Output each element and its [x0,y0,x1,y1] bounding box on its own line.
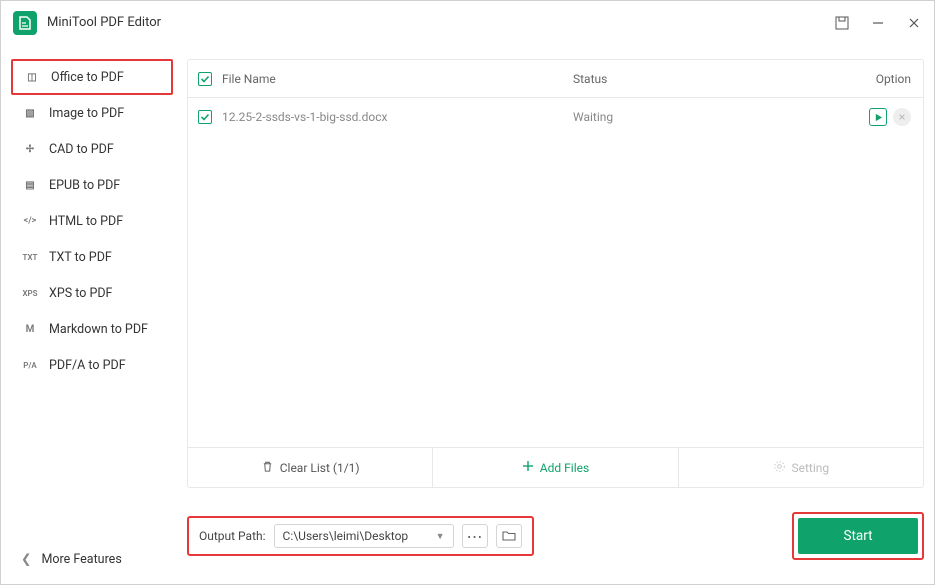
file-name-cell: 12.25-2-ssds-vs-1-big-ssd.docx [222,110,573,124]
markdown-icon: M [21,324,39,335]
gear-icon [773,460,786,476]
sidebar-item-txt-to-pdf[interactable]: TXT TXT to PDF [1,239,181,275]
sidebar-item-label: Markdown to PDF [49,322,148,337]
column-header-filename: File Name [222,72,573,86]
file-table: File Name Status Option 12.25-2-ssds-vs-… [187,59,924,488]
chevron-left-icon: ❮ [21,551,31,567]
bottom-bar: Output Path: C:\Users\leimi\Desktop ▼ ⋯ … [187,512,924,560]
start-button[interactable]: Start [798,518,918,554]
minimize-button[interactable] [870,15,886,31]
save-window-icon[interactable] [834,15,850,31]
output-path-group: Output Path: C:\Users\leimi\Desktop ▼ ⋯ [187,516,534,556]
app-logo [13,11,37,35]
image-icon: ▧ [21,108,39,119]
column-header-option: Option [843,72,923,86]
column-header-status: Status [573,72,843,86]
sidebar-item-label: PDF/A to PDF [49,358,126,373]
folder-icon [502,527,516,546]
chevron-down-icon: ▼ [436,531,445,542]
sidebar-item-label: Image to PDF [49,106,124,121]
output-path-value: C:\Users\leimi\Desktop [283,529,409,543]
select-all-checkbox[interactable] [198,72,212,86]
table-row[interactable]: 12.25-2-ssds-vs-1-big-ssd.docx Waiting [188,98,923,136]
table-footer: Clear List (1/1) Add Files Setting [188,447,923,487]
clear-list-button[interactable]: Clear List (1/1) [188,448,432,487]
output-path-dropdown[interactable]: C:\Users\leimi\Desktop ▼ [274,524,454,548]
sidebar-item-label: XPS to PDF [49,286,112,301]
table-header: File Name Status Option [188,60,923,98]
close-button[interactable] [906,15,922,31]
plus-icon [522,460,534,475]
office-icon: ◫ [23,72,41,83]
sidebar-item-markdown-to-pdf[interactable]: M Markdown to PDF [1,311,181,347]
more-features-label: More Features [41,552,121,567]
setting-label: Setting [792,461,830,475]
txt-icon: TXT [21,253,39,262]
setting-button: Setting [678,448,923,487]
sidebar-item-pdfa-to-pdf[interactable]: P/A PDF/A to PDF [1,347,181,383]
convert-row-button[interactable] [869,108,887,126]
row-checkbox[interactable] [198,110,212,124]
html-icon: </> [21,216,39,226]
titlebar: MiniTool PDF Editor [1,1,934,45]
content-panel: File Name Status Option 12.25-2-ssds-vs-… [181,45,934,584]
xps-icon: XPS [21,289,39,298]
trash-icon [261,460,274,476]
more-options-button[interactable]: ⋯ [462,524,488,548]
sidebar-item-html-to-pdf[interactable]: </> HTML to PDF [1,203,181,239]
sidebar-item-cad-to-pdf[interactable]: ✢ CAD to PDF [1,131,181,167]
browse-folder-button[interactable] [496,524,522,548]
sidebar-item-xps-to-pdf[interactable]: XPS XPS to PDF [1,275,181,311]
sidebar-item-label: HTML to PDF [49,214,123,229]
cad-icon: ✢ [21,144,39,155]
sidebar: ◫ Office to PDF ▧ Image to PDF ✢ CAD to … [1,45,181,584]
sidebar-item-label: Office to PDF [51,70,124,85]
add-files-label: Add Files [540,461,589,475]
output-path-label: Output Path: [199,529,266,543]
add-files-button[interactable]: Add Files [432,448,677,487]
clear-list-label: Clear List (1/1) [280,461,360,475]
pdfa-icon: P/A [21,361,39,370]
remove-row-button[interactable] [893,108,911,126]
ellipsis-icon: ⋯ [467,527,483,546]
sidebar-item-label: EPUB to PDF [49,178,120,193]
sidebar-item-epub-to-pdf[interactable]: ▤ EPUB to PDF [1,167,181,203]
sidebar-item-label: TXT to PDF [49,250,112,265]
sidebar-item-office-to-pdf[interactable]: ◫ Office to PDF [11,59,173,95]
sidebar-item-image-to-pdf[interactable]: ▧ Image to PDF [1,95,181,131]
file-status-cell: Waiting [573,110,843,124]
more-features-button[interactable]: ❮ More Features [1,534,181,584]
sidebar-item-label: CAD to PDF [49,142,114,157]
epub-icon: ▤ [21,180,39,191]
app-title: MiniTool PDF Editor [47,15,834,30]
